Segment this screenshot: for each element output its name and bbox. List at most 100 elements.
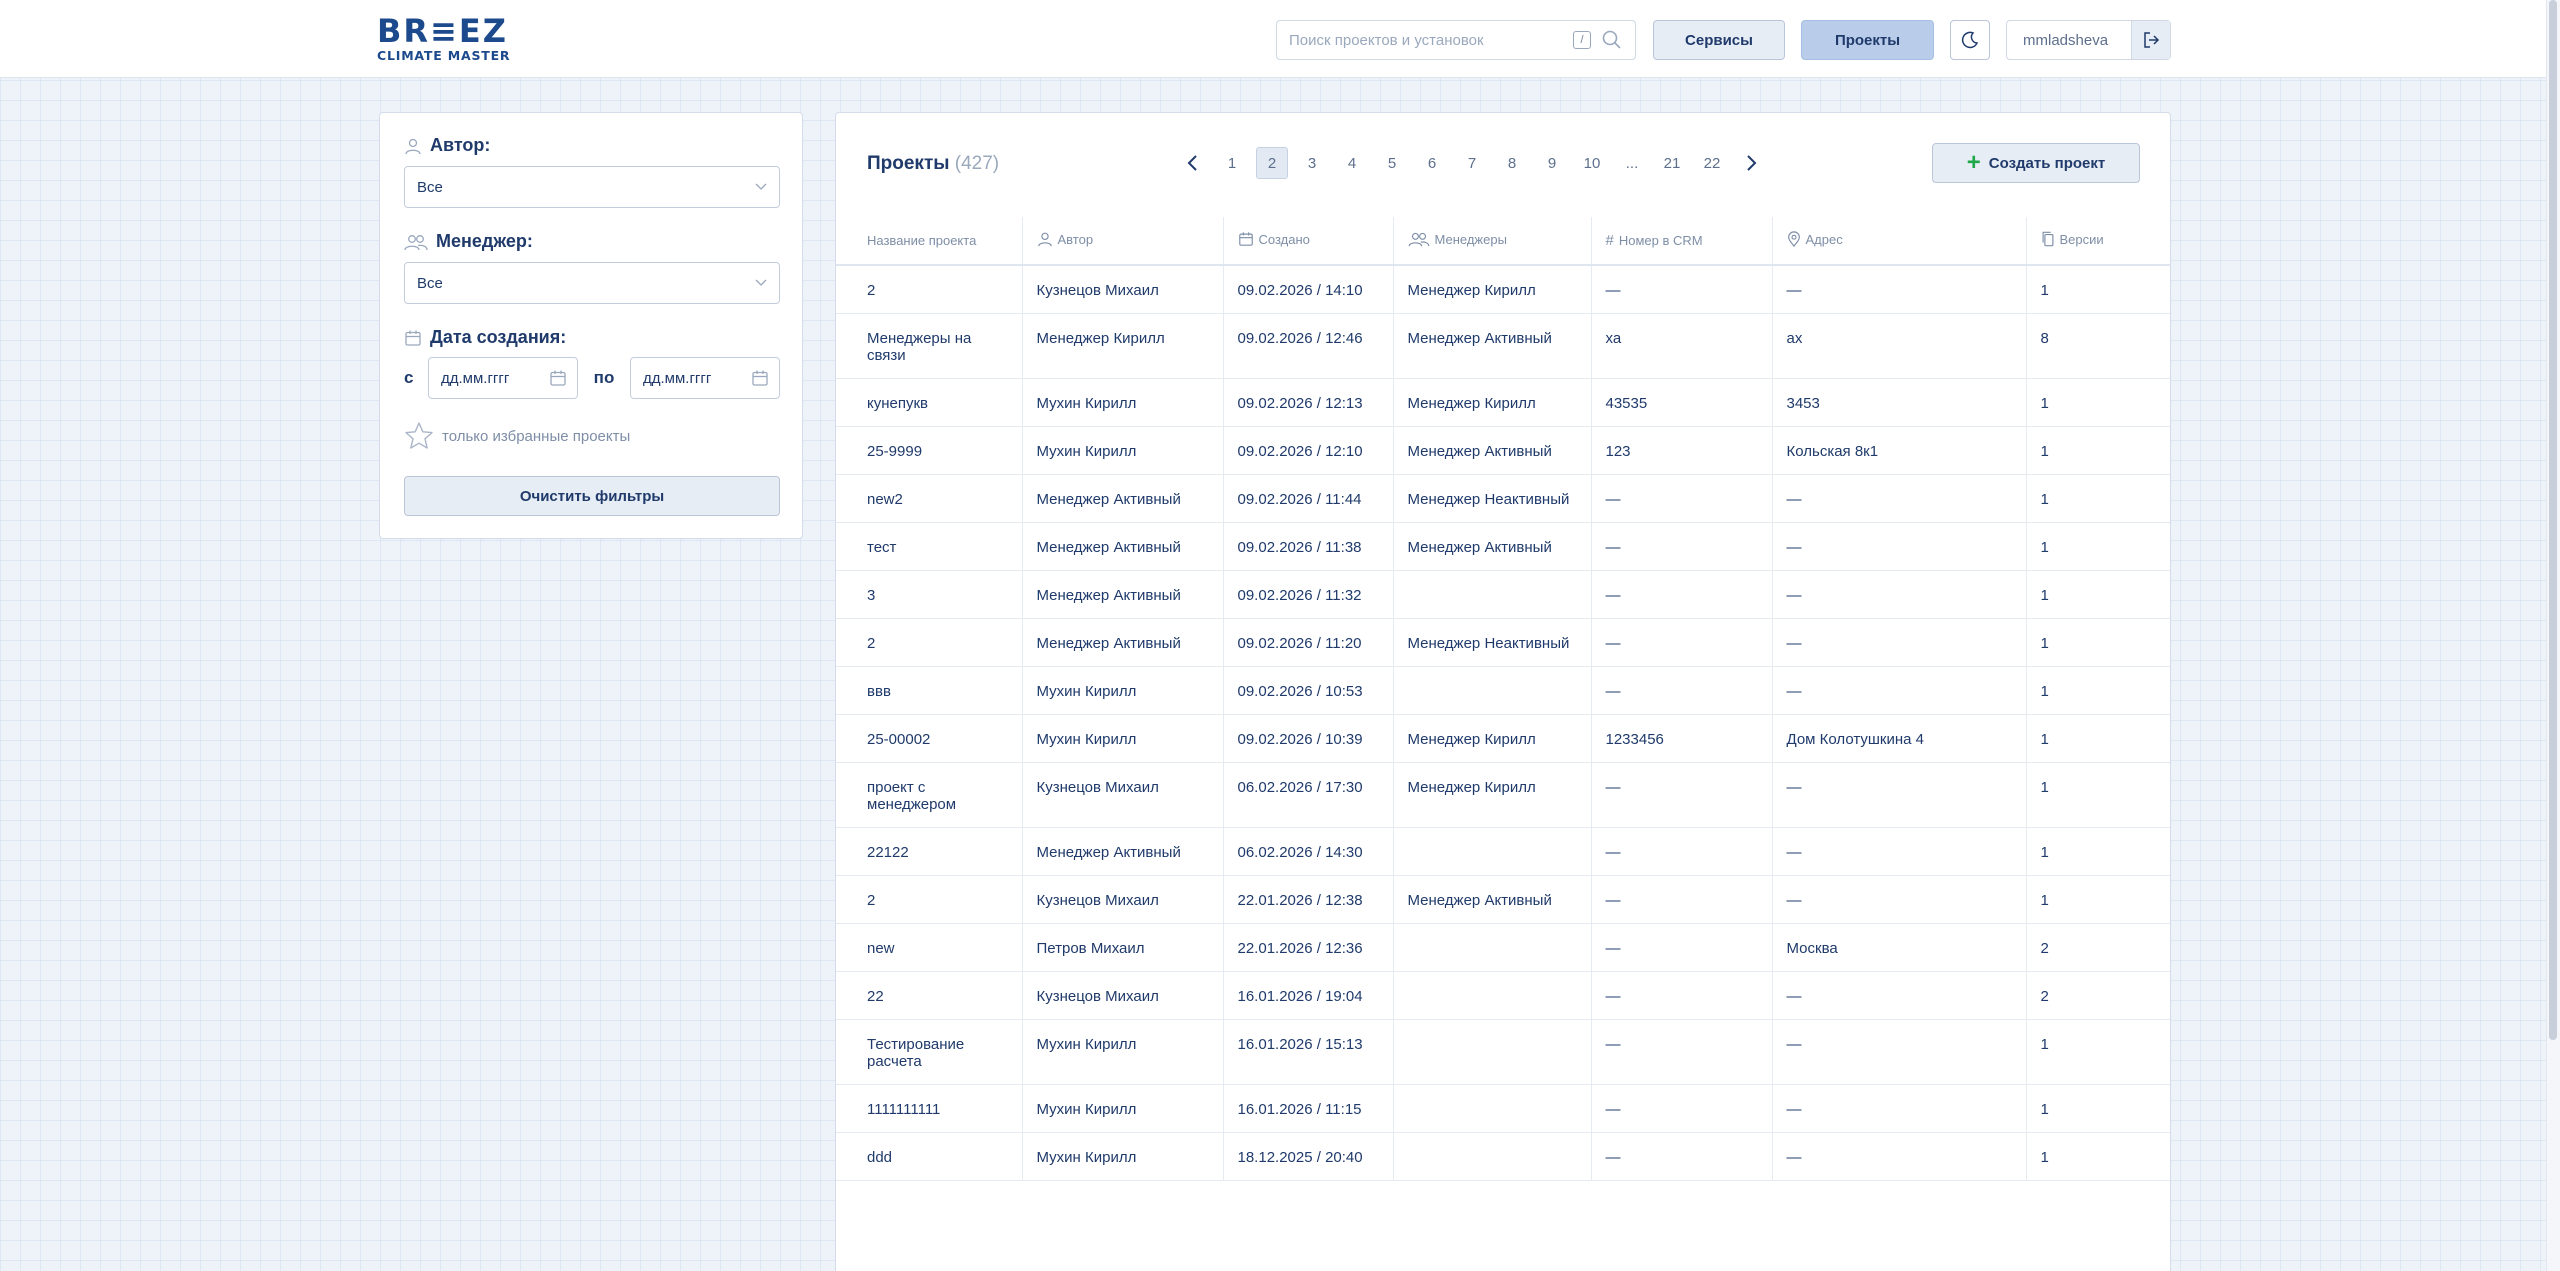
location-pin-icon [1787,231,1800,247]
table-row[interactable]: 2 Кузнецов Михаил 09.02.2026 / 14:10 Менедж… [836,265,2170,314]
cell-crm-number: — [1590,1132,1772,1181]
create-project-button[interactable]: + Создать проект [1932,143,2140,183]
calendar-icon[interactable] [751,369,769,387]
page-scrollbar[interactable] [2546,0,2560,1271]
table-row[interactable]: 1111111111 Мухин Кирилл 16.01.2026 / 11:15… [836,1084,2170,1133]
cell-managers: Менеджер Кирилл [1392,265,1591,314]
date-to-input[interactable]: дд.мм.гггг [630,357,780,399]
prev-page-button[interactable] [1176,147,1208,179]
column-crm-label: Номер в CRM [1618,233,1703,248]
cell-created: 09.02.2026 / 12:13 [1222,378,1393,427]
cell-created: 09.02.2026 / 12:10 [1222,426,1393,475]
cell-project-name: 2 [836,875,1022,924]
page-button[interactable]: 10 [1576,147,1608,179]
page-button[interactable]: 4 [1336,147,1368,179]
table-header-row: Название проекта Автор Создано Менеджеры… [836,217,2170,266]
manager-select[interactable]: Все [404,262,780,304]
page-button[interactable]: 2 [1256,147,1288,179]
theme-toggle-button[interactable] [1950,20,1990,60]
table-row[interactable]: 2 Менеджер Активный 09.02.2026 / 11:20 Мене… [836,618,2170,667]
services-button[interactable]: Сервисы [1653,20,1785,60]
cell-created: 09.02.2026 / 12:46 [1222,313,1393,379]
date-from-input[interactable]: дд.мм.гггг [428,357,578,399]
calendar-icon [1238,232,1253,246]
cell-address: 3453 [1771,378,2026,427]
cell-address: — [1771,474,2026,523]
table-row[interactable]: 22 Кузнецов Михаил 16.01.2026 / 19:04— —2 [836,971,2170,1020]
cell-author: Менеджер Активный [1021,618,1223,667]
column-created[interactable]: Создано [1222,217,1393,266]
chevron-left-icon [1187,155,1197,171]
page-button[interactable]: 9 [1536,147,1568,179]
projects-button[interactable]: Проекты [1801,20,1934,60]
table-row[interactable]: 25-00002 Мухин Кирилл 09.02.2026 / 10:39 Ме… [836,714,2170,763]
cell-managers: Менеджер Кирилл [1392,714,1591,763]
column-managers-label: Менеджеры [1434,231,1507,247]
table-row[interactable]: кунепукв Мухин Кирилл 09.02.2026 / 12:13 Ме… [836,378,2170,427]
clear-filters-button[interactable]: Очистить фильтры [404,476,780,516]
calendar-icon[interactable] [549,369,567,387]
search-input[interactable] [1277,21,1573,59]
column-name[interactable]: Название проекта [836,217,1022,266]
next-page-button[interactable] [1736,147,1768,179]
table-row[interactable]: Менеджеры на связи Менеджер Кирилл 09.02.2… [836,313,2170,379]
column-author[interactable]: Автор [1021,217,1223,266]
cell-crm-number: — [1590,971,1772,1020]
cell-crm-number: — [1590,522,1772,571]
username[interactable]: mmladsheva [2007,21,2132,59]
projects-title: Проекты [867,153,950,174]
table-row[interactable]: тест Менеджер Активный 09.02.2026 / 11:38 М… [836,522,2170,571]
column-created-label: Создано [1258,231,1310,247]
page-button[interactable]: 21 [1656,147,1688,179]
cell-managers: Менеджер Неактивный [1392,474,1591,523]
table-row[interactable]: 2 Кузнецов Михаил 22.01.2026 / 12:38 Менедж… [836,875,2170,924]
cell-versions: 1 [2025,1019,2170,1085]
logo-wordmark: BR≡EZ [377,12,508,50]
column-address[interactable]: Адрес [1771,217,2026,266]
page-button[interactable]: 5 [1376,147,1408,179]
cell-author: Менеджер Активный [1021,474,1223,523]
cell-address: — [1771,522,2026,571]
page-button[interactable]: 6 [1416,147,1448,179]
cell-project-name: 25-9999 [836,426,1022,475]
table-row[interactable]: ddd Мухин Кирилл 18.12.2025 / 20:40— —1 [836,1132,2170,1181]
page-button[interactable]: 3 [1296,147,1328,179]
author-select[interactable]: Все [404,166,780,208]
table-row[interactable]: new Петров Михаил 22.01.2026 / 12:36 — Москв… [836,923,2170,972]
page-button[interactable]: 1 [1216,147,1248,179]
search-icon[interactable] [1601,29,1623,51]
table-row[interactable]: new2 Менеджер Активный 09.02.2026 / 11:44 М… [836,474,2170,523]
moon-icon [1961,31,1979,49]
users-icon [404,234,428,250]
top-header: BR≡EZ CLIMATE MASTER / Сервисы Проекты m… [0,0,2546,78]
table-row[interactable]: ввв Мухин Кирилл 09.02.2026 / 10:53— —1 [836,666,2170,715]
column-versions-label: Версии [2059,231,2104,247]
table-row[interactable]: Тестирование расчета Мухин Кирилл 16.01.20… [836,1019,2170,1085]
logout-button[interactable] [2132,21,2170,59]
cell-crm-number: — [1590,265,1772,314]
projects-table: Название проекта Автор Создано Менеджеры… [836,217,2170,1181]
star-icon[interactable] [404,421,434,451]
table-row[interactable]: 22122 Менеджер Активный 06.02.2026 / 14:30… [836,827,2170,876]
cell-created: 06.02.2026 / 17:30 [1222,762,1393,828]
favorites-toggle[interactable]: только избранные проекты [404,421,630,451]
chevron-down-icon [755,279,767,286]
cell-created: 16.01.2026 / 15:13 [1222,1019,1393,1085]
table-row[interactable]: 25-9999 Мухин Кирилл 09.02.2026 / 12:10 Мен… [836,426,2170,475]
column-crm[interactable]: # Номер в CRM [1590,217,1772,266]
scrollbar-thumb[interactable] [2549,0,2557,1040]
cell-created: 09.02.2026 / 11:20 [1222,618,1393,667]
brand-logo[interactable]: BR≡EZ CLIMATE MASTER [377,14,519,66]
column-managers[interactable]: Менеджеры [1392,217,1591,266]
cell-created: 09.02.2026 / 11:38 [1222,522,1393,571]
filter-panel: Автор: Все Менеджер: Все Дата создания: … [379,112,803,539]
table-row[interactable]: проект с менеджером Кузнецов Михаил 06.02.… [836,762,2170,828]
page-button[interactable]: 7 [1456,147,1488,179]
page-button[interactable]: 22 [1696,147,1728,179]
page-button[interactable]: 8 [1496,147,1528,179]
cell-crm-number: — [1590,875,1772,924]
search-box: / [1276,20,1636,60]
table-row[interactable]: 3 Менеджер Активный 09.02.2026 / 11:32— —1 [836,570,2170,619]
cell-project-name: тест [836,522,1022,571]
column-versions[interactable]: Версии [2025,217,2170,266]
